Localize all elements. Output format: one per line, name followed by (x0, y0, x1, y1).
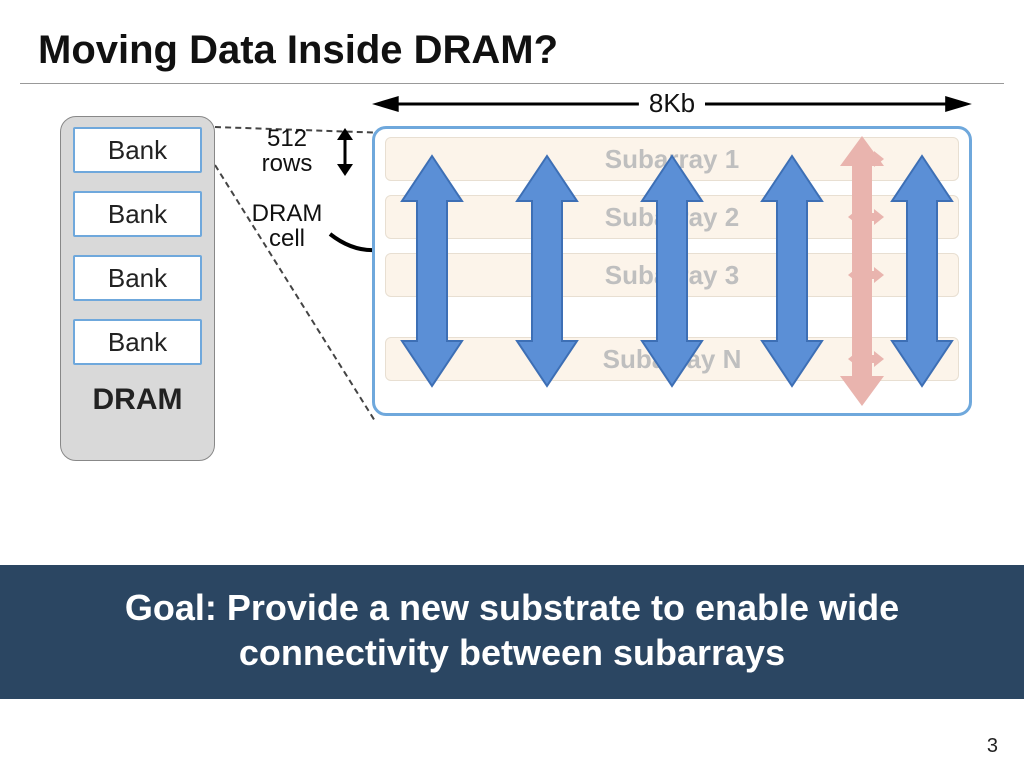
subarray-2-label: Subarray 2 (605, 202, 739, 233)
page-number: 3 (987, 735, 998, 758)
slide-title: Moving Data Inside DRAM? (0, 0, 1024, 83)
goal-bar: Goal: Provide a new substrate to enable … (0, 565, 1024, 699)
rows-double-arrow-icon (332, 128, 358, 176)
subarray-2: Subarray 2 (385, 195, 959, 239)
subarray-n: Subarray N (385, 337, 959, 381)
bank-0: Bank (73, 127, 202, 173)
red-arrow-1-icon (848, 149, 884, 169)
subarray-1-label: Subarray 1 (605, 144, 739, 175)
red-arrow-2-icon (848, 207, 884, 227)
arrow-left-icon (372, 94, 639, 114)
title-rule (20, 83, 1004, 84)
subarray-n-label: Subarray N (603, 344, 742, 375)
subarray-3: Subarray 3 (385, 253, 959, 297)
red-arrow-3-icon (848, 265, 884, 285)
bank-3: Bank (73, 319, 202, 365)
bank-1: Bank (73, 191, 202, 237)
annotation-512-rows: 512 rows (242, 126, 332, 176)
red-arrow-n-icon (848, 349, 884, 369)
subarray-panel: Subarray 1 Subarray 2 Subarray 3 Subarra… (372, 126, 972, 416)
bank-2: Bank (73, 255, 202, 301)
arrow-right-icon (705, 94, 972, 114)
subarray-3-label: Subarray 3 (605, 260, 739, 291)
diagram-stage: Bank Bank Bank Bank DRAM 512 rows DRAM c… (32, 106, 992, 486)
subarray-1: Subarray 1 (385, 137, 959, 181)
dram-box: Bank Bank Bank Bank DRAM (60, 116, 215, 461)
width-label: 8Kb (639, 88, 705, 119)
dram-label: DRAM (73, 383, 202, 417)
annotation-dram-cell: DRAM cell (242, 201, 332, 251)
width-indicator: 8Kb (372, 88, 972, 119)
